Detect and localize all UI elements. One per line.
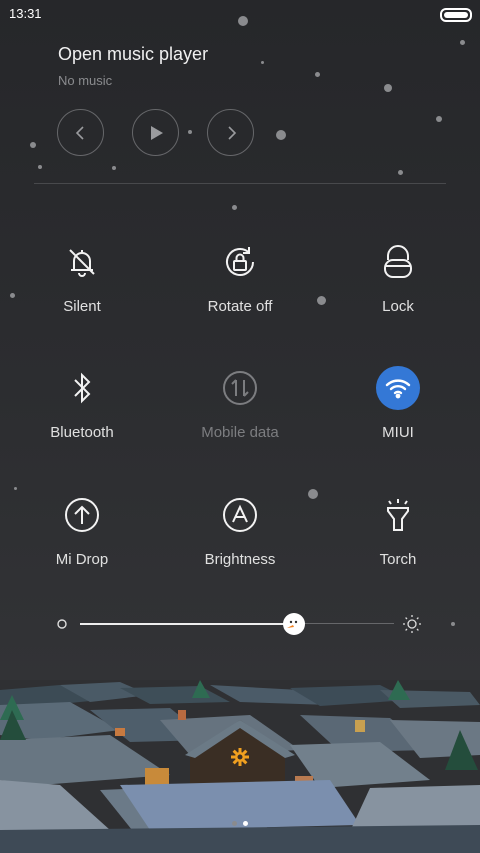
tile-label: Bluetooth [50,424,114,441]
chevron-right-icon [227,125,236,140]
battery-icon [440,8,472,22]
wifi-icon [376,366,420,410]
mobile-data-toggle[interactable]: Mobile data [161,366,319,441]
tile-label: Mobile data [201,424,279,441]
wifi-toggle[interactable]: MIUI [319,366,477,441]
play-icon [150,125,163,140]
brightness-low-icon [57,619,67,629]
music-widget[interactable]: Open music player No music [58,44,208,88]
snowflake [460,40,465,45]
snowflake [38,165,42,169]
tile-label: Brightness [204,551,276,568]
status-bar: 13:31 [0,0,480,28]
rotate-toggle[interactable]: Rotate off [161,240,319,315]
chevron-left-icon [75,125,84,140]
torch-toggle[interactable]: Torch [319,493,477,568]
snowman-icon [286,620,297,628]
lock-button[interactable]: Lock [319,240,477,315]
tile-label: Silent [63,298,101,315]
previous-button[interactable] [57,109,104,156]
snowflake [451,622,455,626]
bell-off-icon [60,240,104,284]
music-subtitle: No music [58,73,113,88]
tile-label: Mi Drop [55,551,109,568]
bluetooth-toggle[interactable]: Bluetooth [3,366,161,441]
snowflake [261,61,264,64]
play-button[interactable] [132,109,179,156]
upload-icon [60,493,104,537]
status-time: 13:31 [9,6,42,21]
brightness-high-icon [403,615,421,633]
snowflake [398,170,403,175]
slider-track [293,623,394,624]
tile-label: Lock [382,298,414,315]
silent-toggle[interactable]: Silent [3,240,161,315]
auto-brightness-icon [218,493,262,537]
snowflake [232,205,237,210]
lock-icon [376,240,420,284]
mi-drop-toggle[interactable]: Mi Drop [3,493,161,568]
flashlight-icon [376,493,420,537]
page-dot [232,821,237,826]
page-indicator [0,813,480,831]
snowflake [384,84,392,92]
bluetooth-icon [60,366,104,410]
tile-label: MIUI [382,424,414,441]
divider [34,183,446,184]
snowflake [188,130,192,134]
brightness-slider[interactable] [56,612,426,636]
slider-thumb[interactable] [282,613,305,635]
rotate-lock-icon [218,240,262,284]
snowflake [30,142,36,148]
mobile-data-icon [218,366,262,410]
snowflake [14,487,17,490]
snowflake [315,72,320,77]
tile-label: Rotate off [207,298,273,315]
music-title[interactable]: Open music player [58,44,208,65]
page-dot-active [243,821,248,826]
tile-label: Torch [379,551,417,568]
snowflake [112,166,116,170]
snowflake [276,130,286,140]
brightness-toggle[interactable]: Brightness [161,493,319,568]
next-button[interactable] [207,109,254,156]
snowflake [436,116,442,122]
slider-track-filled [80,623,294,625]
